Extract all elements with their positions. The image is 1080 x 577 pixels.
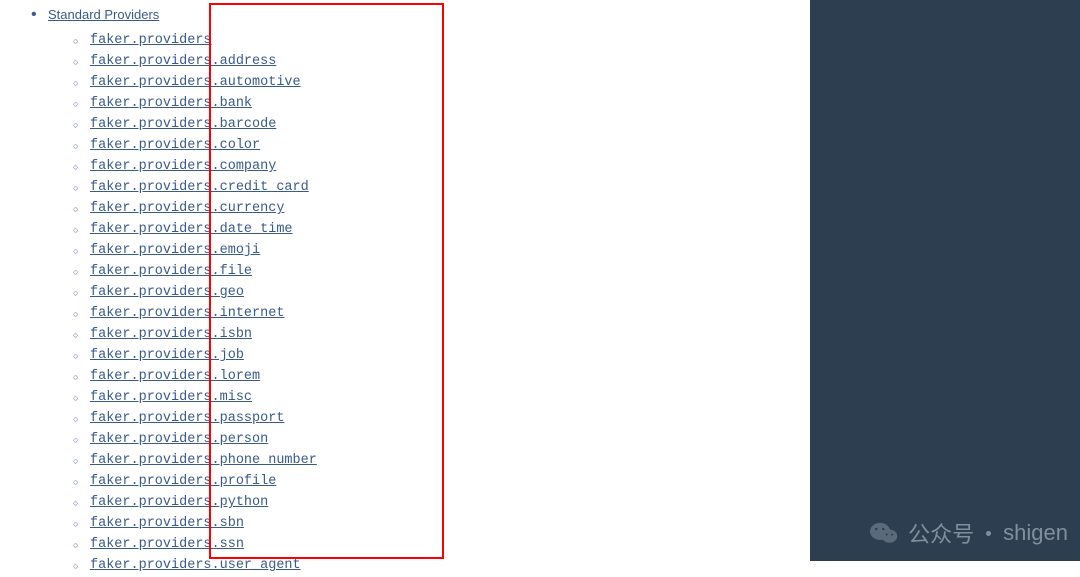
provider-item: faker.providers.geo <box>90 280 810 301</box>
provider-link[interactable]: faker.providers.misc <box>90 390 252 405</box>
provider-item: faker.providers.credit_card <box>90 175 810 196</box>
provider-link[interactable]: faker.providers.color <box>90 138 260 153</box>
provider-item: faker.providers.phone_number <box>90 448 810 469</box>
provider-item: faker.providers.python <box>90 490 810 511</box>
provider-item: faker.providers.isbn <box>90 322 810 343</box>
watermark: 公众号 shigen <box>870 517 1068 549</box>
watermark-label: 公众号 <box>908 517 974 549</box>
provider-item: faker.providers.user_agent <box>90 553 810 574</box>
provider-link[interactable]: faker.providers.passport <box>90 411 284 426</box>
provider-link[interactable]: faker.providers.address <box>90 54 276 69</box>
provider-item: faker.providers.color <box>90 133 810 154</box>
provider-link[interactable]: faker.providers.credit_card <box>90 180 309 195</box>
content-area: Standard Providers faker.providers faker.… <box>0 0 810 561</box>
provider-item: faker.providers.sbn <box>90 511 810 532</box>
provider-link[interactable]: faker.providers.date_time <box>90 222 293 237</box>
provider-link[interactable]: faker.providers.geo <box>90 285 244 300</box>
provider-link[interactable]: faker.providers.file <box>90 264 252 279</box>
provider-link[interactable]: faker.providers.user_agent <box>90 558 301 573</box>
provider-item: faker.providers.ssn <box>90 532 810 553</box>
provider-link[interactable]: faker.providers.job <box>90 348 244 363</box>
provider-list: faker.providers faker.providers.address fa… <box>90 28 810 574</box>
wechat-icon <box>870 521 898 545</box>
provider-item: faker.providers.barcode <box>90 112 810 133</box>
provider-item: faker.providers.currency <box>90 196 810 217</box>
provider-link[interactable]: faker.providers.sbn <box>90 516 244 531</box>
provider-item: faker.providers.passport <box>90 406 810 427</box>
provider-item: faker.providers.internet <box>90 301 810 322</box>
provider-item: faker.providers.bank <box>90 91 810 112</box>
standard-providers-link[interactable]: Standard Providers <box>48 7 159 22</box>
provider-link[interactable]: faker.providers <box>90 33 212 48</box>
provider-item: faker.providers.file <box>90 259 810 280</box>
page-wrapper: Standard Providers faker.providers faker.… <box>0 0 1080 561</box>
watermark-separator <box>986 531 991 536</box>
provider-link[interactable]: faker.providers.phone_number <box>90 453 317 468</box>
provider-link[interactable]: faker.providers.python <box>90 495 268 510</box>
provider-link[interactable]: faker.providers.company <box>90 159 276 174</box>
provider-item: faker.providers.address <box>90 49 810 70</box>
heading-row: Standard Providers faker.providersfaker.… <box>48 6 810 574</box>
sidebar-right <box>810 0 1080 561</box>
provider-link[interactable]: faker.providers.currency <box>90 201 284 216</box>
watermark-name: shigen <box>1003 520 1068 546</box>
provider-link[interactable]: faker.providers.profile <box>90 474 276 489</box>
provider-item: faker.providers.company <box>90 154 810 175</box>
provider-link[interactable]: faker.providers.internet <box>90 306 284 321</box>
provider-item: faker.providers.profile <box>90 469 810 490</box>
provider-item: faker.providers.job <box>90 343 810 364</box>
provider-link[interactable]: faker.providers.barcode <box>90 117 276 132</box>
provider-item: faker.providers.misc <box>90 385 810 406</box>
provider-link[interactable]: faker.providers.isbn <box>90 327 252 342</box>
provider-item: faker.providers.automotive <box>90 70 810 91</box>
provider-link[interactable]: faker.providers.bank <box>90 96 252 111</box>
provider-link[interactable]: faker.providers.emoji <box>90 243 260 258</box>
provider-item: faker.providers.emoji <box>90 238 810 259</box>
provider-item: faker.providers <box>90 28 810 49</box>
provider-item: faker.providers.date_time <box>90 217 810 238</box>
provider-item: faker.providers.lorem <box>90 364 810 385</box>
provider-link[interactable]: faker.providers.ssn <box>90 537 244 552</box>
provider-link[interactable]: faker.providers.lorem <box>90 369 260 384</box>
provider-item: faker.providers.person <box>90 427 810 448</box>
provider-link[interactable]: faker.providers.automotive <box>90 75 301 90</box>
provider-link[interactable]: faker.providers.person <box>90 432 268 447</box>
